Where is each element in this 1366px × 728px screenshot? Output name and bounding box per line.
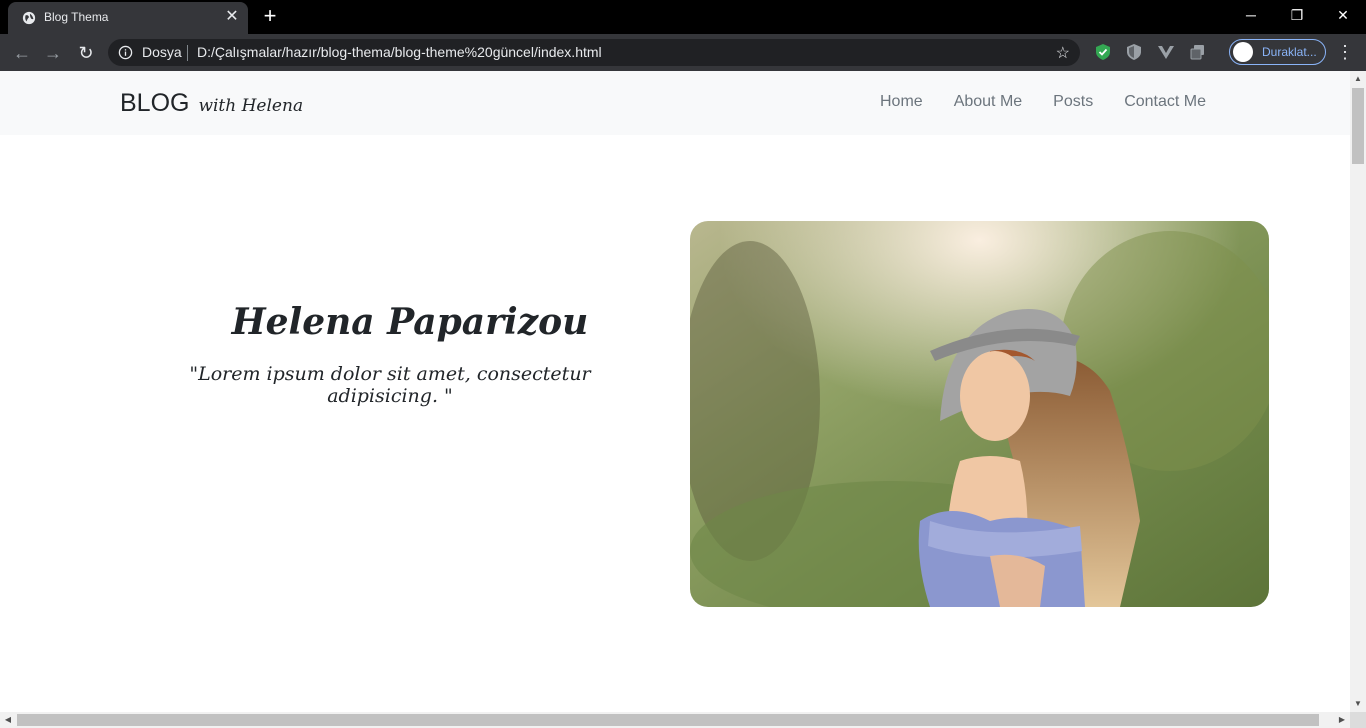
close-window-icon[interactable]: ✕ [1320,0,1366,30]
close-tab-icon[interactable]: ✕ [224,9,240,25]
scrollbar-corner [1350,712,1366,728]
vertical-scrollbar[interactable]: ▲ ▼ [1350,71,1366,712]
address-separator [187,45,188,61]
tab-title: Blog Thema [44,10,109,24]
address-bar[interactable]: Dosya D:/Çalışmalar/hazır/blog-thema/blo… [108,39,1080,66]
new-tab-button[interactable]: + [260,5,280,27]
nav-link-home[interactable]: Home [880,93,923,111]
back-icon[interactable]: ← [11,42,33,64]
address-url[interactable]: D:/Çalışmalar/hazır/blog-thema/blog-them… [197,44,602,60]
browser-menu-icon[interactable]: ⋮ [1336,42,1354,62]
copy-extension-icon[interactable] [1189,43,1207,61]
profile-label: Duraklat... [1262,45,1317,59]
scroll-down-icon[interactable]: ▼ [1350,696,1366,712]
globe-icon [22,11,36,25]
nav-link-posts[interactable]: Posts [1053,93,1093,111]
info-icon[interactable] [118,45,133,60]
site-nav-links: Home About Me Posts Contact Me [880,93,1206,111]
nav-link-contact[interactable]: Contact Me [1124,93,1206,111]
browser-tab[interactable]: Blog Thema ✕ [8,2,248,34]
avatar [1233,42,1253,62]
hero-photo [690,221,1269,607]
hero-quote: "Lorem ipsum dolor sit amet, consectetur… [189,363,591,407]
brand-main: BLOG [120,89,190,117]
bookmark-star-icon[interactable]: ☆ [1056,43,1070,63]
reload-icon[interactable]: ↻ [75,42,97,64]
vue-devtools-extension-icon[interactable] [1157,43,1175,61]
restore-icon[interactable]: ❐ [1274,0,1320,30]
site-navbar: BLOG with Helena Home About Me Posts Con… [0,71,1350,135]
page-viewport: BLOG with Helena Home About Me Posts Con… [0,71,1350,712]
profile-button[interactable]: Duraklat... [1229,39,1326,65]
scroll-up-icon[interactable]: ▲ [1350,71,1366,87]
horizontal-scrollbar[interactable]: ◀ ▶ [0,712,1350,728]
scroll-left-icon[interactable]: ◀ [0,712,16,728]
forward-icon[interactable]: → [42,42,64,64]
browser-toolbar: ← → ↻ Dosya D:/Çalışmalar/hazır/blog-the… [0,34,1366,71]
brand-script: with Helena [198,96,304,116]
site-brand[interactable]: BLOG with Helena [120,89,303,118]
browser-tab-strip: Blog Thema ✕ + ─ ❐ ✕ [0,0,1366,34]
nav-link-about[interactable]: About Me [954,93,1022,111]
scroll-right-icon[interactable]: ▶ [1334,712,1350,728]
shield-check-extension-icon[interactable] [1094,43,1112,61]
horizontal-scroll-thumb[interactable] [17,714,1319,726]
vertical-scroll-thumb[interactable] [1352,88,1364,164]
address-scheme: Dosya [142,44,182,60]
minimize-icon[interactable]: ─ [1228,0,1274,30]
shield-extension-icon[interactable] [1125,43,1143,61]
hero-name: Helena Paparizou [231,301,589,343]
